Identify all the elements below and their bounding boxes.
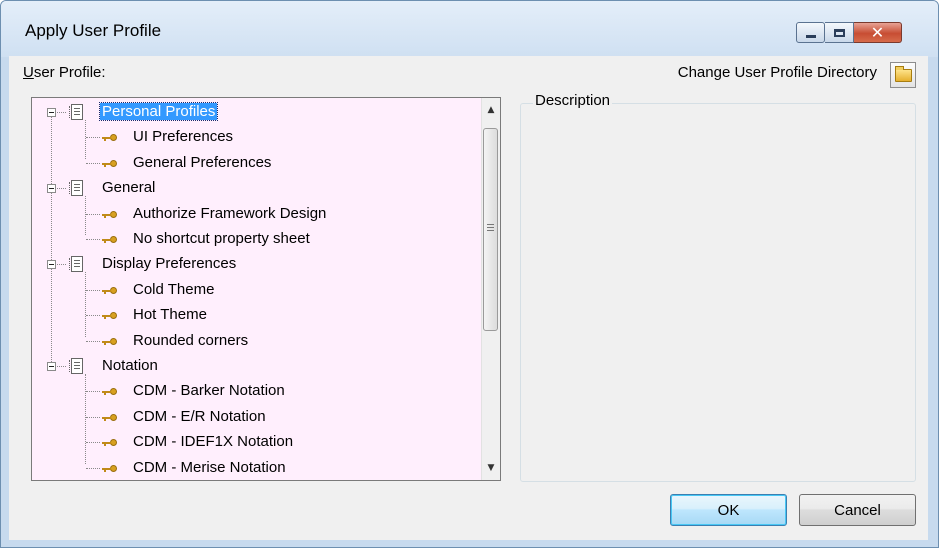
tree-connector <box>86 162 100 164</box>
tree-viewport: Personal Profiles UI Preferences General P… <box>32 98 483 480</box>
tree-item-label[interactable]: Authorize Framework Design <box>133 205 326 222</box>
close-button[interactable]: ✕ <box>854 22 902 43</box>
tree-connector <box>86 239 100 240</box>
tree-connector <box>57 264 66 266</box>
tree-item-label[interactable]: CDM - Barker Notation <box>133 382 285 399</box>
change-directory-label: Change User Profile Directory <box>677 64 877 81</box>
tree-group-node[interactable]: Personal Profiles <box>32 100 472 125</box>
tree-item-node[interactable]: CDM - IDEF1X Notation <box>32 430 472 455</box>
tree-connector <box>86 467 100 469</box>
tree-vertical-scrollbar[interactable]: ▲ ▼ <box>481 98 500 480</box>
tree-item-node[interactable]: CDM - Merise Notation <box>32 456 472 480</box>
user-profile-label-text: ser Profile: <box>33 64 106 81</box>
user-profile-mnemonic: U <box>23 64 34 81</box>
tree-connector <box>86 315 100 317</box>
tree-item-label[interactable]: CDM - Merise Notation <box>133 459 286 476</box>
collapse-icon[interactable] <box>47 108 56 117</box>
window-title: Apply User Profile <box>25 21 162 40</box>
change-directory-button[interactable] <box>890 62 916 88</box>
tree-item-label[interactable]: Rounded corners <box>133 332 248 349</box>
tree-connector <box>86 340 100 342</box>
key-icon <box>102 159 117 168</box>
tree-group-label[interactable]: Display Preferences <box>102 255 236 272</box>
tree-connector <box>86 213 100 215</box>
key-icon <box>102 236 117 244</box>
scroll-down-arrow-icon[interactable]: ▼ <box>482 459 500 477</box>
close-icon: ✕ <box>870 22 885 42</box>
user-profile-label: User Profile: <box>23 64 106 81</box>
tree-connector <box>86 137 100 139</box>
profile-document-icon <box>69 180 83 197</box>
tree-item-node[interactable]: Rounded corners <box>32 329 472 354</box>
key-icon <box>102 464 117 473</box>
tree-item-label[interactable]: CDM - IDEF1X Notation <box>133 433 293 450</box>
tree-connector <box>57 188 66 190</box>
tree-connector <box>86 442 100 444</box>
user-profile-tree[interactable]: Personal Profiles UI Preferences General P… <box>31 97 501 481</box>
maximize-button[interactable] <box>825 22 854 43</box>
tree-group-label[interactable]: General <box>102 179 155 196</box>
key-icon <box>102 134 117 142</box>
description-group-box <box>520 103 916 482</box>
tree-item-node[interactable]: CDM - E/R Notation <box>32 405 472 430</box>
tree-group-label[interactable]: Personal Profiles <box>98 102 219 121</box>
tree-group-node[interactable]: Display Preferences <box>32 252 472 277</box>
tree-item-label[interactable]: CDM - E/R Notation <box>133 408 266 425</box>
profile-document-icon <box>69 358 83 374</box>
key-icon <box>102 439 117 447</box>
tree-item-label[interactable]: Hot Theme <box>133 306 207 323</box>
tree-item-node[interactable]: General Preferences <box>32 151 472 176</box>
profile-document-icon <box>69 256 83 273</box>
cancel-button[interactable]: Cancel <box>799 494 916 526</box>
tree-item-node[interactable]: CDM - Barker Notation <box>32 379 472 404</box>
tree-connector <box>86 289 100 291</box>
tree-item-node[interactable]: Cold Theme <box>32 278 472 303</box>
key-icon <box>102 413 117 422</box>
tree-connector <box>57 366 66 367</box>
collapse-icon[interactable] <box>47 362 56 371</box>
tree-item-node[interactable]: UI Preferences <box>32 125 472 150</box>
scrollbar-thumb[interactable] <box>483 128 498 331</box>
key-icon <box>102 286 117 295</box>
collapse-icon[interactable] <box>47 260 56 270</box>
maximize-icon <box>833 28 845 37</box>
tree-connector <box>86 416 100 418</box>
scrollbar-grip-icon <box>487 224 494 225</box>
key-icon <box>102 337 117 346</box>
tree-item-label[interactable]: General Preferences <box>133 154 271 171</box>
collapse-icon[interactable] <box>47 184 56 194</box>
key-icon <box>102 312 117 320</box>
minimize-icon <box>805 35 816 38</box>
title-bar[interactable]: Apply User Profile ✕ <box>1 1 938 57</box>
key-icon <box>102 210 117 219</box>
ok-button[interactable]: OK <box>670 494 787 526</box>
minimize-button[interactable] <box>796 22 825 43</box>
description-label: Description <box>533 92 613 109</box>
tree-group-node[interactable]: Notation <box>32 354 472 379</box>
folder-icon <box>894 65 912 82</box>
tree-group-label[interactable]: Notation <box>102 357 158 374</box>
tree-item-node[interactable]: No shortcut property sheet <box>32 227 472 252</box>
tree-connector <box>86 391 100 393</box>
tree-item-label[interactable]: Cold Theme <box>133 281 214 298</box>
tree-item-node[interactable]: Hot Theme <box>32 303 472 328</box>
scroll-up-arrow-icon[interactable]: ▲ <box>482 101 500 119</box>
key-icon <box>102 388 117 396</box>
tree-item-node[interactable]: Authorize Framework Design <box>32 202 472 227</box>
tree-item-label[interactable]: UI Preferences <box>133 128 233 145</box>
profile-document-icon <box>69 104 83 120</box>
tree-group-node[interactable]: General <box>32 176 472 201</box>
tree-connector <box>57 112 66 113</box>
tree-item-label[interactable]: No shortcut property sheet <box>133 230 310 247</box>
